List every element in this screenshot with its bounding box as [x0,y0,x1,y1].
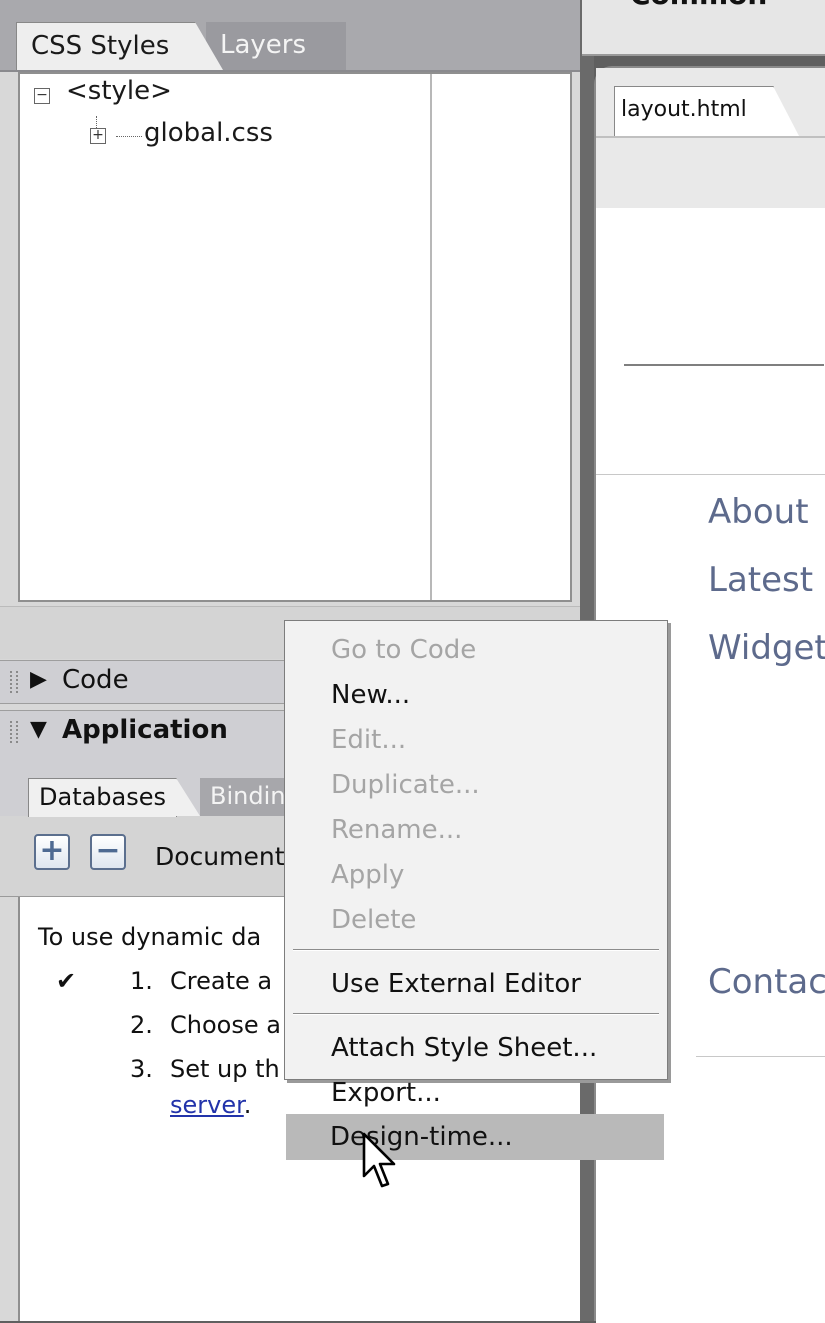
checkmark-icon: ✔ [56,967,77,995]
tab-underline [596,136,825,138]
menu-item-attach-style-sheet[interactable]: Attach Style Sheet... [287,1025,665,1071]
triangle-down-icon[interactable]: ▼ [30,717,47,742]
tree-node-style[interactable]: <style> [66,76,172,106]
nav-link-about[interactable]: About [708,492,809,532]
tab-layout-html-label: layout.html [621,97,747,122]
section-divider [696,1056,825,1057]
tree-column-divider[interactable] [430,74,432,600]
menu-item-use-external-editor[interactable]: Use External Editor [287,961,665,1007]
tab-layers-label: Layers [220,30,307,60]
step-text: Choose a [170,1011,281,1039]
testing-server-link-line: server. [170,1091,251,1119]
css-styles-tree: − <style> + global.css [18,72,572,602]
section-divider [596,474,825,475]
code-panel-title: Code [62,665,129,695]
plus-icon: + [39,833,65,868]
remove-button[interactable]: − [90,833,126,870]
expand-icon[interactable]: + [90,128,106,144]
tab-bindings[interactable]: Bindin [200,778,296,816]
horizontal-rule [624,364,824,366]
menu-item-apply[interactable]: Apply [287,852,665,898]
tab-layers[interactable]: Layers [206,22,346,70]
triangle-right-icon[interactable]: ▶ [30,667,47,692]
menu-item-new[interactable]: New... [287,672,665,718]
mouse-pointer-icon [362,1132,396,1188]
menu-item-go-to-code[interactable]: Go to Code [287,627,665,673]
tab-css-styles-label: CSS Styles [31,31,170,61]
css-panel-tabstrip: CSS Styles Layers [0,0,582,72]
tree-node-global-css[interactable]: global.css [144,118,273,148]
application-panel-title: Application [62,715,228,745]
step-text: Set up th [170,1055,280,1083]
step-number: 3. [130,1055,153,1083]
menu-item-export[interactable]: Export... [287,1070,665,1116]
panel-grip-icon[interactable] [10,671,18,693]
menu-separator [293,949,659,951]
insert-bar: Common [582,0,825,56]
insert-bar-category[interactable]: Common [630,0,767,11]
tab-layout-html[interactable]: layout.html [614,86,799,136]
testing-server-link[interactable]: server [170,1091,244,1119]
menu-separator [293,1013,659,1015]
tab-databases[interactable]: Databases [28,778,201,817]
nav-link-latest[interactable]: Latest [708,560,813,600]
nav-link-widget[interactable]: Widget [708,628,825,668]
add-button[interactable]: + [34,833,70,870]
nav-link-contact[interactable]: Contac [708,962,825,1002]
tree-connector [116,136,142,137]
menu-item-rename[interactable]: Rename... [287,807,665,853]
step-text: Create a [170,967,273,995]
collapse-icon[interactable]: − [34,88,50,104]
step-number: 1. [130,967,153,995]
link-suffix: . [243,1091,252,1119]
tab-databases-label: Databases [39,783,167,811]
panel-grip-icon[interactable] [10,721,18,743]
document-type-label: Document [155,842,285,871]
tab-bindings-label: Bindin [210,782,286,810]
menu-item-edit[interactable]: Edit... [287,717,665,763]
tab-css-styles[interactable]: CSS Styles [16,22,223,70]
css-styles-context-menu: Go to Code New... Edit... Duplicate... R… [284,620,668,1108]
minus-icon: − [95,833,121,868]
menu-item-delete[interactable]: Delete [287,897,665,943]
step-number: 2. [130,1011,153,1039]
menu-item-design-time[interactable]: Design-time... [286,1114,664,1160]
instructions-intro: To use dynamic da [38,923,262,951]
menu-item-duplicate[interactable]: Duplicate... [287,762,665,808]
document-tabstrip: layout.html [596,68,825,210]
